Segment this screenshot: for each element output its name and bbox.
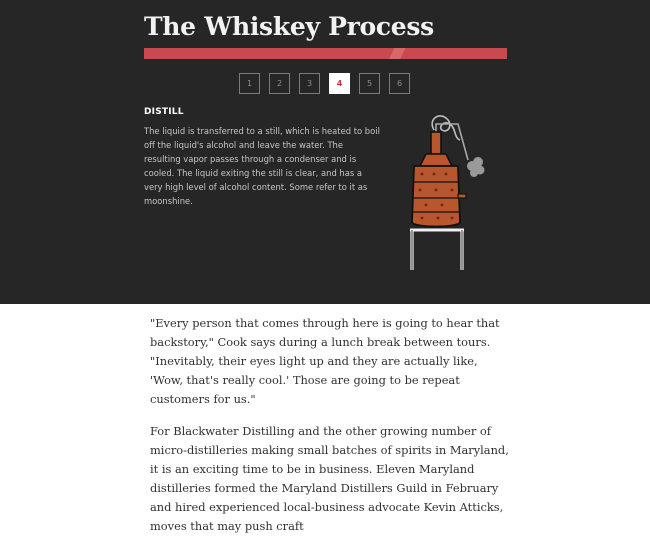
process-hero: The Whiskey Process 1 2 3 4 5 6 DISTILL …: [0, 0, 650, 304]
step-button-4-active[interactable]: 4: [329, 73, 350, 94]
step-navigation: 1 2 3 4 5 6: [239, 73, 410, 94]
article-body: "Every person that comes through here is…: [150, 314, 510, 549]
article-paragraph: For Blackwater Distilling and the other …: [150, 424, 509, 533]
step-button-1[interactable]: 1: [239, 73, 260, 94]
step-button-3[interactable]: 3: [299, 73, 320, 94]
page-title: The Whiskey Process: [144, 12, 434, 41]
step-button-5[interactable]: 5: [359, 73, 380, 94]
step-description: The liquid is transferred to a still, wh…: [144, 126, 380, 206]
step-button-2[interactable]: 2: [269, 73, 290, 94]
title-underline-bar: [144, 48, 507, 59]
copper-still-icon: [410, 115, 485, 270]
step-heading: DISTILL: [144, 107, 184, 117]
step-button-6[interactable]: 6: [389, 73, 410, 94]
article-paragraph: "Every person that comes through here is…: [150, 316, 500, 406]
